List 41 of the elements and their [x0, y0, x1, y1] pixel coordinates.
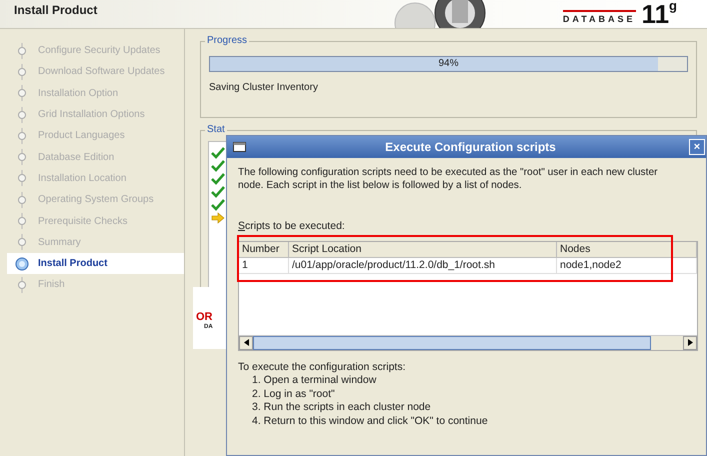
sidebar-step[interactable]: Finish — [0, 274, 184, 296]
instruction-step: 1. Open a terminal window — [238, 374, 696, 388]
database-logo-text: DATABASE — [562, 10, 636, 26]
column-header[interactable]: Nodes — [557, 242, 697, 258]
logo-text: OR — [196, 311, 212, 323]
sidebar-step[interactable]: Install Product — [7, 252, 184, 274]
window-icon — [233, 142, 246, 152]
scroll-right-button[interactable] — [683, 336, 697, 350]
column-header[interactable]: Script Location — [289, 242, 557, 258]
sidebar-step[interactable]: Installation Option — [0, 82, 184, 104]
page-title: Install Product — [13, 2, 98, 19]
sidebar-step[interactable]: Operating System Groups — [0, 189, 184, 210]
sidebar-step[interactable]: Prerequisite Checks — [0, 210, 184, 232]
close-button[interactable]: × — [689, 139, 705, 155]
instructions-heading: To execute the configuration scripts: — [238, 360, 407, 374]
sidebar-step[interactable]: Database Edition — [0, 146, 184, 168]
intro-text: The following configuration scripts need to be executed as the "root" user in each new cluster node. Each script in the list below is followed by a list of nodes. — [238, 166, 658, 192]
table-cell: node1,node2 — [557, 258, 697, 274]
left-triangle-icon — [244, 339, 248, 346]
sidebar-step[interactable]: Summary — [0, 232, 184, 253]
dialog-title: Execute Configuration scripts — [384, 139, 557, 156]
sidebar-step[interactable]: Product Languages — [0, 125, 184, 146]
instruction-step: 4. Return to this window and click "OK" to continue — [238, 414, 696, 428]
column-header[interactable]: Number — [239, 242, 289, 258]
instruction-step: 2. Log in as "root" — [238, 388, 696, 402]
scroll-left-button[interactable] — [239, 336, 253, 350]
step-node-icon — [14, 256, 30, 272]
scroll-thumb[interactable] — [253, 336, 651, 350]
sidebar-step[interactable]: Installation Location — [0, 168, 184, 190]
progress-reading: 94% — [437, 57, 460, 71]
sidebar-step[interactable]: Grid Installation Options — [0, 104, 184, 126]
table-cell: /u01/app/oracle/product/11.2.0/db_1/root.sh — [289, 258, 557, 274]
progress-message: Saving Cluster Inventory — [209, 81, 319, 95]
instruction-step: 3. Run the scripts in each cluster node — [238, 401, 696, 415]
version-logo-text: 11$^{g}$ — [642, 0, 677, 26]
group-legend: Progress — [205, 35, 250, 47]
sidebar-step[interactable]: Configure Security Updates — [0, 40, 184, 62]
list-label: Scripts to be executed: — [238, 219, 345, 234]
table-cell: 1 — [239, 258, 289, 274]
right-triangle-icon — [688, 339, 692, 346]
sidebar-step[interactable]: Download Software Updates — [0, 61, 184, 83]
